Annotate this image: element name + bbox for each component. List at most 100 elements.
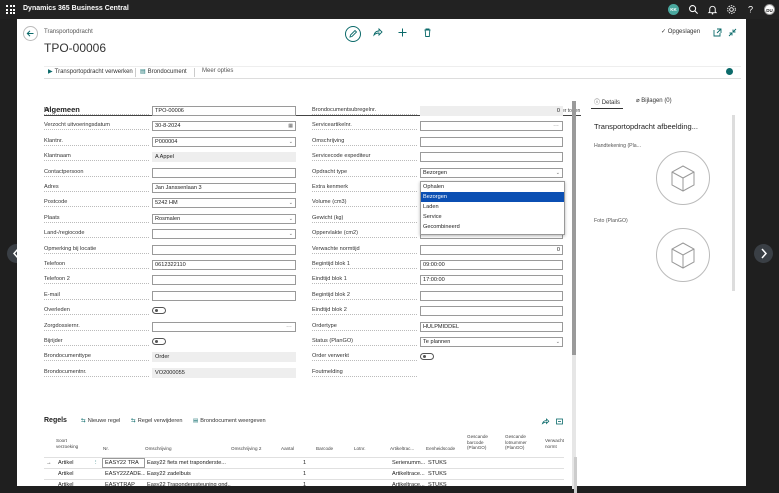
column-header-omschrijving[interactable]: Omschrijving [145,446,172,452]
land-regiocode-field[interactable]: ⌄ [152,229,296,240]
eindtijd-blok-1-field[interactable]: 17:00:00 [420,275,563,286]
open-new-window-icon[interactable] [711,26,724,39]
begintijd-blok-2-field[interactable] [420,290,563,301]
toggle-knob [155,340,158,343]
environment-avatar[interactable]: KK [668,4,679,15]
cell-track[interactable]: Artikeltrace... [392,471,425,477]
nr-field[interactable]: TPO-00006 [152,106,296,116]
cell-no[interactable]: EASY22 TRA [105,460,139,466]
factbox-scrollbar[interactable] [732,115,735,291]
cell-track[interactable]: Serienumm... [392,460,425,466]
column-header-eenheidscode[interactable]: Eenheidscode [426,446,455,452]
new-line-action[interactable]: ⇆ Nieuwe regel [81,418,120,424]
adres-field[interactable]: Jan Janssenlaan 3 [152,183,296,193]
overleden-toggle[interactable] [152,307,166,315]
more-options-action[interactable]: Meer opties [202,68,233,74]
opmerking-bij-locatie-field[interactable] [152,244,296,255]
servicecode-expediteur-field[interactable] [420,152,563,163]
photo-image-placeholder[interactable] [656,228,710,282]
cell-type[interactable]: Artikel [58,460,74,466]
cell-type[interactable]: Artikel [58,482,74,488]
dropdown-option-gecombineerd[interactable]: Gecombineerd [421,222,564,232]
contactpersoon-field[interactable] [152,167,296,178]
lines-scrollbar[interactable] [574,457,577,493]
cell-no[interactable]: EASYTRAP [105,482,135,488]
tab-details[interactable]: ⓘ Details [594,97,620,106]
cell-desc[interactable]: Easy22 Traponderssteuning ond... [147,482,231,488]
cell-uom[interactable]: STUKS [428,460,447,466]
table-row[interactable]: Artikel EASYTRAP Easy22 Traponderssteuning… [44,479,564,491]
dropdown-option-service[interactable]: Service [421,212,564,222]
column-header-soort-verzoeking[interactable]: Soort verzoeking [56,438,78,449]
telefoon-field[interactable]: 0612322110 [152,260,296,270]
opdracht-type-field[interactable]: Bezorgen ⌄ [420,167,563,178]
back-button[interactable] [23,26,38,41]
omschrijving-field[interactable] [420,136,563,147]
cell-uom[interactable]: STUKS [428,482,447,488]
column-header-gescande-barcode-plango[interactable]: Gescande barcode (PlanGO) [467,434,488,451]
app-launcher-icon[interactable] [6,5,15,14]
share-lines-icon[interactable] [541,417,550,426]
search-icon[interactable] [688,4,699,15]
column-header-artikeltrac[interactable]: Artikeltrac... [390,446,414,452]
show-source-document-action[interactable]: ▤ Brondocument weergeven [193,418,266,424]
source-document-action[interactable]: ▤ Brondocument [140,68,187,75]
signature-image-placeholder[interactable] [656,151,710,205]
verzocht-uitvoeringsdatum-field[interactable]: 30-8-2024 ▦ [152,121,296,132]
serviceartikelnr-field[interactable]: … [420,121,563,132]
zorgdossiernr-field[interactable]: … [152,321,296,332]
expand-lines-icon[interactable] [555,417,564,426]
info-pane-icon[interactable] [726,68,733,75]
dropdown-option-laden[interactable]: Laden [421,202,564,212]
column-header-gescande-lotnummer-plango[interactable]: Gescande lotnummer (PlanGO) [505,434,527,451]
factbox-title[interactable]: Transportopdracht afbeelding... [594,122,698,131]
verwachte-normtijd-field[interactable]: 0 [420,244,563,255]
begintijd-blok-1-field[interactable]: 09:00:00 [420,260,563,270]
dropdown-option-ophalen[interactable]: Ophalen [421,182,564,192]
column-header-aantal[interactable]: Aantal [281,446,294,452]
order-verwerkt-toggle[interactable] [420,353,434,361]
cell-desc[interactable]: Easy22 fiets met traponderste... [147,460,226,466]
next-record-button[interactable] [754,244,773,263]
share-icon[interactable] [371,26,384,39]
cell-qty[interactable]: 1 [303,482,306,488]
bijrijder-toggle[interactable] [152,338,166,345]
status-plango-field[interactable]: Te plannen ⌄ [420,337,563,347]
delete-trash-icon[interactable] [421,26,434,39]
column-header-lotnr[interactable]: Lotnr. [354,446,366,452]
new-record-plus-icon[interactable] [396,26,409,39]
column-header-omschrijving-2[interactable]: Omschrijving 2 [231,446,261,452]
cell-qty[interactable]: 1 [303,460,306,466]
cell-type[interactable]: Artikel [58,471,74,477]
telefoon-2-field[interactable] [152,275,296,286]
postcode-field[interactable]: 5242 HM ⌄ [152,198,296,209]
lines-title[interactable]: Regels [44,417,67,424]
cell-no[interactable]: EASY22ZADE... [105,471,145,477]
user-avatar[interactable]: DU [764,4,775,15]
settings-gear-icon[interactable] [726,4,737,15]
plaats-field[interactable]: Rosmalen ⌄ [152,213,296,224]
column-header-nr[interactable]: Nr. [103,446,109,452]
tab-attachments[interactable]: ⌀ Bijlagen (0) [636,97,672,104]
delete-line-action[interactable]: ⇆ Regel verwijderen [131,418,182,424]
row-actions-menu-icon[interactable]: ⋮ [93,460,99,466]
dropdown-option-bezorgen[interactable]: Bezorgen [421,192,564,202]
order-type-dropdown-list[interactable]: Ophalen Bezorgen Laden Service Gecombineerd [420,181,565,235]
column-header-verwacht-normt[interactable]: Verwacht normt [545,438,564,449]
collapse-icon[interactable] [726,26,739,39]
cell-desc[interactable]: Easy22 zadelbuis [147,471,191,477]
main-scrollbar[interactable] [572,101,576,489]
e-mail-field[interactable] [152,290,296,301]
eindtijd-blok-2-field[interactable] [420,306,563,317]
cell-uom[interactable]: STUKS [428,471,447,477]
help-icon[interactable]: ? [745,4,756,15]
process-transport-order-action[interactable]: ▶ Transportopdracht verwerken [48,68,133,75]
cell-track[interactable]: Artikeltrace... [392,482,425,488]
edit-pencil-icon[interactable] [345,26,361,42]
breadcrumb: Transportopdracht [44,29,93,35]
notifications-bell-icon[interactable] [707,4,718,15]
cell-qty[interactable]: 1 [303,471,306,477]
ordertype-field[interactable]: HULPMIDDEL [420,321,563,332]
column-header-barcode[interactable]: Barcode [316,446,333,452]
klantnr-field[interactable]: P000004 ⌄ [152,136,296,147]
